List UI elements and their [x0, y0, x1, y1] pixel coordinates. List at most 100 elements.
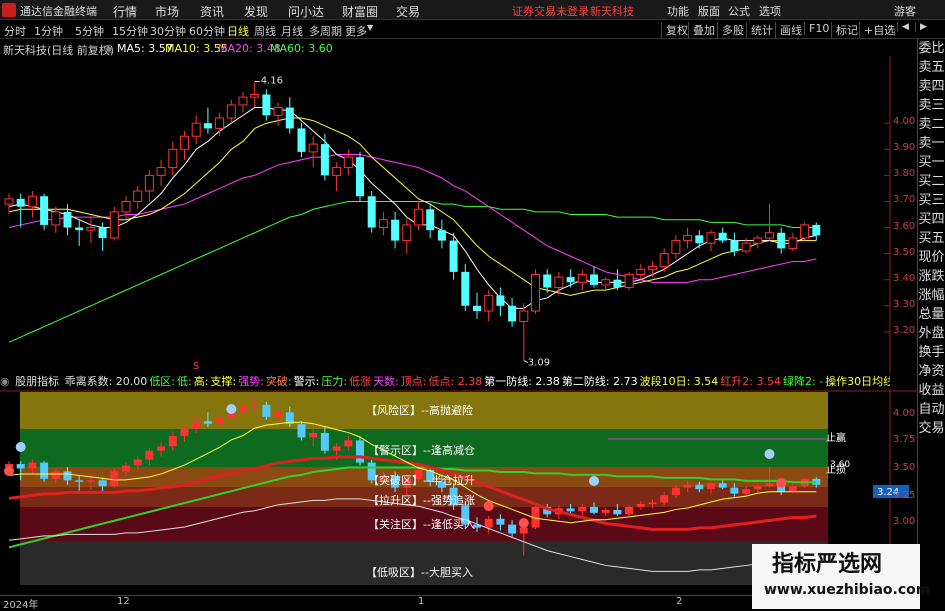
btn-huaxian[interactable]: 画线 — [775, 22, 802, 38]
tab-30min[interactable]: 30分钟 — [150, 23, 186, 39]
menu-jiaoyi[interactable]: 交易 — [396, 3, 420, 20]
candle[interactable] — [402, 217, 412, 254]
side-panel-item[interactable]: 买二 — [918, 172, 945, 191]
candle[interactable] — [566, 269, 575, 288]
side-panel-item[interactable]: 涨跌 — [918, 267, 945, 286]
candle[interactable] — [577, 269, 587, 291]
side-panel-item[interactable]: 买一 — [918, 153, 945, 172]
menu-wenxiaoda[interactable]: 问小达 — [288, 3, 324, 20]
side-panel-item[interactable]: 交易 — [918, 419, 945, 438]
guest-login[interactable]: 游客 — [894, 3, 916, 19]
candle[interactable] — [16, 193, 25, 228]
candle[interactable] — [40, 193, 49, 231]
candle[interactable] — [659, 248, 669, 272]
nav-back-icon[interactable]: ◀ — [897, 22, 909, 32]
side-panel-item[interactable]: 外盘 — [918, 324, 945, 343]
candle[interactable] — [671, 235, 681, 259]
menu-gongshi[interactable]: 公式 — [728, 3, 750, 19]
candle[interactable] — [144, 170, 154, 202]
candle[interactable] — [683, 227, 693, 249]
menu-hangqing[interactable]: 行情 — [113, 3, 137, 20]
candle[interactable] — [121, 196, 131, 220]
side-panel-item[interactable]: 换手 — [918, 343, 945, 362]
candle[interactable] — [624, 271, 634, 291]
tab-monthly[interactable]: 月线 — [281, 23, 303, 39]
candle[interactable] — [812, 222, 821, 241]
tab-more[interactable]: 更多 — [345, 23, 367, 39]
btn-duogu[interactable]: 多股 — [717, 22, 744, 38]
candle[interactable] — [531, 269, 540, 314]
candle[interactable] — [437, 219, 446, 249]
nav-forward-icon[interactable]: ▶ — [915, 22, 927, 32]
candle[interactable] — [613, 269, 622, 291]
candle[interactable] — [695, 230, 704, 249]
btn-add-favorite[interactable]: +自选 — [859, 22, 895, 38]
menu-faxian[interactable]: 发现 — [244, 3, 268, 20]
side-panel-item[interactable]: 买三 — [918, 191, 945, 210]
btn-fuquan[interactable]: 复权 — [661, 22, 688, 38]
candle[interactable] — [508, 297, 517, 327]
candle[interactable] — [473, 292, 481, 319]
candle[interactable] — [273, 102, 283, 126]
candle[interactable] — [378, 211, 388, 236]
side-panel-item[interactable]: 涨幅 — [918, 286, 945, 305]
candle[interactable] — [753, 235, 763, 249]
candle[interactable] — [765, 204, 774, 241]
candle[interactable] — [51, 206, 61, 233]
menu-caifuquan[interactable]: 财富圈 — [342, 3, 378, 20]
candle[interactable] — [426, 204, 435, 238]
tab-15min[interactable]: 15分钟 — [112, 23, 148, 39]
menu-xuanxiang[interactable]: 选项 — [759, 3, 781, 19]
tab-fenshi[interactable]: 分时 — [4, 23, 26, 39]
candle[interactable] — [777, 227, 786, 254]
btn-biaoji[interactable]: 标记 — [831, 22, 858, 38]
tab-weekly[interactable]: 周线 — [254, 23, 276, 39]
candle[interactable] — [367, 191, 376, 233]
candle[interactable] — [800, 222, 810, 241]
candle[interactable] — [648, 261, 657, 278]
candle[interactable] — [706, 230, 716, 252]
candle[interactable] — [180, 131, 189, 160]
candle[interactable] — [519, 303, 529, 361]
side-panel-item[interactable]: 现价 — [918, 248, 945, 267]
candle[interactable] — [414, 201, 423, 231]
btn-f10[interactable]: F10 — [804, 22, 829, 35]
side-panel-item[interactable]: 收益 — [918, 381, 945, 400]
candle[interactable] — [320, 133, 329, 181]
tab-1min[interactable]: 1分钟 — [34, 23, 63, 39]
btn-tongji[interactable]: 统计 — [746, 22, 773, 38]
chevron-down-icon[interactable]: ▼ — [367, 23, 373, 32]
candle[interactable] — [215, 112, 225, 137]
candle[interactable] — [63, 204, 72, 236]
trade-login-warning[interactable]: 证券交易未登录 — [512, 3, 589, 19]
settings-icon[interactable]: ◉ — [0, 375, 10, 388]
candle[interactable] — [75, 219, 84, 246]
candle[interactable] — [788, 232, 798, 252]
side-panel-item[interactable]: 自动 — [918, 400, 945, 419]
menu-zixun[interactable]: 资讯 — [200, 3, 224, 20]
side-panel-item[interactable]: 总量 — [918, 305, 945, 324]
side-panel-item[interactable]: 买四 — [918, 210, 945, 229]
side-panel-item[interactable]: 卖四 — [918, 77, 945, 96]
candle[interactable] — [496, 287, 505, 317]
candle[interactable] — [718, 227, 727, 244]
candle[interactable] — [461, 264, 470, 312]
candle[interactable] — [343, 149, 353, 176]
candle[interactable] — [262, 89, 271, 121]
tab-daily[interactable]: 日线 — [227, 23, 249, 39]
tab-5min[interactable]: 5分钟 — [75, 23, 104, 39]
menu-gongneng[interactable]: 功能 — [667, 3, 689, 19]
side-panel-item[interactable]: 卖三 — [918, 96, 945, 115]
side-panel-item[interactable]: 净资 — [918, 362, 945, 381]
tab-60min[interactable]: 60分钟 — [189, 23, 225, 39]
gear-icon[interactable]: ◉ — [104, 42, 114, 55]
candle[interactable] — [285, 97, 294, 134]
candle[interactable] — [590, 266, 598, 288]
side-panel-item[interactable]: 卖五 — [918, 58, 945, 77]
side-panel-item[interactable]: 卖一 — [918, 134, 945, 153]
candle[interactable] — [356, 151, 364, 202]
candle[interactable] — [636, 264, 646, 280]
candle[interactable] — [156, 159, 166, 186]
candle[interactable] — [191, 115, 201, 145]
candle[interactable] — [391, 211, 400, 249]
